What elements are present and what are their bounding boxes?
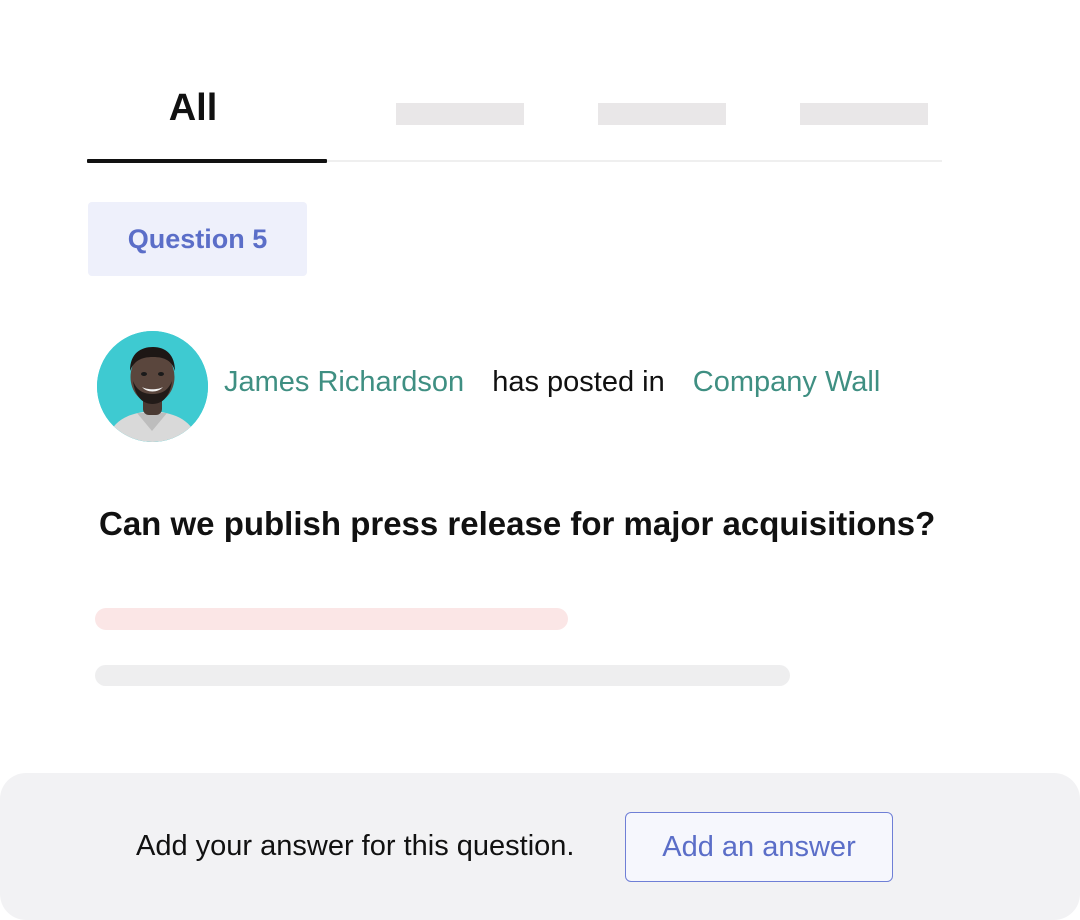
content-placeholder-line-2 [95, 665, 790, 686]
qa-card: All Question 5 James Richardson has post… [0, 0, 1080, 920]
content-placeholder-line-1 [95, 608, 568, 630]
add-answer-button[interactable]: Add an answer [625, 812, 893, 882]
tab-active-indicator [87, 159, 327, 163]
question-number-badge: Question 5 [88, 202, 307, 276]
author-link[interactable]: James Richardson [224, 366, 464, 398]
answer-prompt-text: Add your answer for this question. [136, 830, 575, 862]
tab-all-label: All [168, 87, 218, 129]
tab-placeholder-1[interactable] [396, 103, 524, 125]
post-action-text: has posted in [492, 366, 665, 398]
tab-placeholder-2[interactable] [598, 103, 726, 125]
post-attribution: James Richardson has posted in Company W… [224, 366, 880, 399]
group-link[interactable]: Company Wall [693, 366, 880, 398]
tab-all[interactable]: All [87, 60, 327, 163]
user-photo-avatar-icon [97, 331, 208, 442]
tab-placeholder-3[interactable] [800, 103, 928, 125]
tab-bar: All [87, 60, 942, 163]
avatar[interactable] [95, 329, 210, 444]
question-title: Can we publish press release for major a… [99, 505, 936, 542]
